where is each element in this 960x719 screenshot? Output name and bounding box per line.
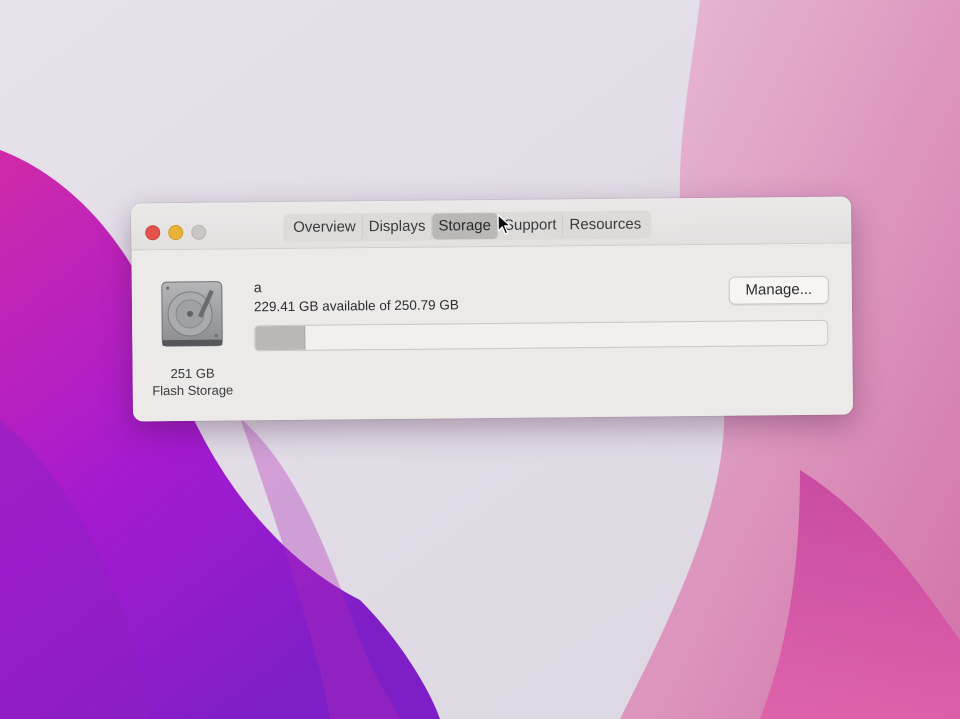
volume-name: a — [253, 279, 262, 296]
hard-drive-icon — [161, 281, 223, 347]
tab-displays[interactable]: Displays — [362, 213, 433, 241]
manage-button[interactable]: Manage... — [728, 275, 829, 305]
disk-capacity-label: 251 GB Flash Storage — [143, 364, 243, 399]
close-button[interactable] — [145, 225, 161, 241]
storage-pane: 251 GB Flash Storage a 229.41 GB availab… — [131, 243, 854, 422]
title-bar: Overview Displays Storage Support Resour… — [130, 196, 852, 251]
volume-availability: 229.41 GB available of 250.79 GB — [253, 297, 459, 315]
tab-resources[interactable]: Resources — [563, 212, 647, 239]
storage-used-segment — [255, 325, 306, 351]
minimize-button[interactable] — [168, 224, 184, 241]
tab-storage[interactable]: Storage — [432, 212, 499, 240]
tab-bar: Overview Displays Storage Support Resour… — [283, 210, 652, 242]
about-this-mac-window: Overview Displays Storage Support Resour… — [130, 196, 854, 422]
storage-usage-bar — [254, 319, 829, 352]
disk-size: 251 GB — [170, 365, 215, 382]
zoom-button[interactable] — [191, 224, 207, 240]
tab-overview[interactable]: Overview — [287, 214, 363, 241]
disk-type: Flash Storage — [152, 382, 234, 399]
mouse-pointer-icon — [497, 214, 511, 235]
desktop: Overview Displays Storage Support Resour… — [0, 0, 960, 719]
